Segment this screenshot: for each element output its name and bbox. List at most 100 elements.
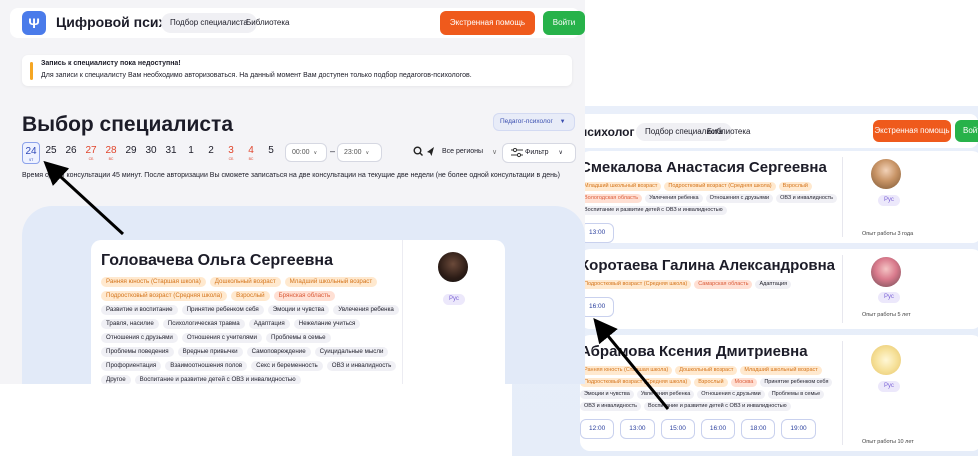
date-item[interactable]: 31 <box>162 142 180 164</box>
filter-button[interactable]: Фильтр ∨ <box>502 143 576 163</box>
date-item[interactable]: 24 ЧТ <box>22 142 40 164</box>
specialist-name[interactable]: Головачева Ольга Сергеевна <box>101 252 333 270</box>
chevron-down-icon: ∨ <box>558 150 563 156</box>
emergency-help-button[interactable]: Экстренная помощь <box>873 120 951 142</box>
login-button[interactable]: Войти <box>955 120 978 142</box>
time-slot[interactable]: 16:00 <box>580 297 615 317</box>
chevron-down-icon: ∨ <box>365 150 370 156</box>
nav-library[interactable]: Библиотека <box>246 13 290 33</box>
date-day: 2 <box>208 145 214 156</box>
time-slot[interactable]: 13:00 <box>580 223 615 243</box>
filter-icon <box>511 148 523 158</box>
date-item[interactable]: 1 <box>182 142 200 164</box>
tag: Нежелание учиться <box>293 319 361 329</box>
language-badge: Рус <box>443 294 465 305</box>
date-item[interactable]: 26 <box>62 142 80 164</box>
location-arrow-icon <box>427 147 434 156</box>
time-slot[interactable]: 19:00 <box>781 419 816 439</box>
tag-list: Подростковый возраст (Средняя школа) Сам… <box>580 280 842 289</box>
consultation-note: Время одной консультации 45 минут. После… <box>22 172 560 179</box>
date-item[interactable]: 29 <box>122 142 140 164</box>
nav-find-specialist[interactable]: Подбор специалиста <box>161 13 257 33</box>
tag: Взрослый <box>231 291 270 301</box>
date-item[interactable]: 30 <box>142 142 160 164</box>
specialist-card[interactable]: Абрамова Ксения Дмитриевна Ранняя юность… <box>580 335 978 451</box>
date-day: 27 <box>85 145 97 156</box>
time-slot[interactable]: 18:00 <box>741 419 776 439</box>
avatar <box>436 250 470 284</box>
specialist-name[interactable]: Коротаева Галина Александровна <box>580 257 842 274</box>
tag: Увлечения ребенка <box>636 390 695 399</box>
card-divider <box>402 240 403 384</box>
tag: Брянская область <box>273 291 336 301</box>
specialist-name[interactable]: Смекалова Анастасия Сергеевна <box>580 159 842 176</box>
login-button[interactable]: Войти <box>543 11 585 35</box>
nav-library[interactable]: Библиотека <box>707 123 751 141</box>
tag: Дошкольный возраст <box>209 277 281 287</box>
card-divider <box>842 341 843 445</box>
tag: Ранняя юность (Старшая школа) <box>101 277 206 287</box>
alert-title: Запись к специалисту пока недоступна! <box>41 60 181 67</box>
tag: Эмоции и чувства <box>580 390 634 399</box>
date-item[interactable]: 4 ВС <box>242 142 260 164</box>
tag: Подростковый возраст (Средняя школа) <box>580 378 692 387</box>
time-slot[interactable]: 15:00 <box>660 419 695 439</box>
avatar <box>871 159 901 189</box>
specialist-type-dropdown[interactable]: Педагог-психолог ▼ <box>493 113 575 131</box>
tag: Подростковый возраст (Средняя школа) <box>101 291 228 301</box>
date-day: 30 <box>145 145 157 156</box>
time-to-select[interactable]: 23:00 ∨ <box>337 143 382 162</box>
logo-icon[interactable]: Ψ <box>22 11 46 35</box>
date-item[interactable]: 3 СБ <box>222 142 240 164</box>
tag: Секс и беременность <box>251 361 323 371</box>
tag: Развитие и воспитание <box>101 305 178 315</box>
tag: Отношения с друзьями <box>697 390 765 399</box>
tag-list: Ранняя юность (Старшая школа) Дошкольный… <box>101 277 401 384</box>
tag: Самарская область <box>694 280 753 289</box>
language-badge: Рус <box>878 195 900 206</box>
tag: Вологодская область <box>580 194 643 203</box>
tag: Воспитание и развитие детей с ОВЗ и инва… <box>580 206 727 215</box>
time-slot[interactable]: 16:00 <box>700 419 736 439</box>
date-item[interactable]: 25 <box>42 142 60 164</box>
tag: Воспитание и развитие детей с ОВЗ и инва… <box>134 375 301 384</box>
card-divider <box>842 255 843 323</box>
tag: Дошкольный возраст <box>675 366 738 375</box>
tag: Отношения с друзьями <box>101 333 178 343</box>
date-item[interactable]: 5 <box>262 142 280 164</box>
specialist-name[interactable]: Абрамова Ксения Дмитриевна <box>580 343 842 360</box>
tag: Вредные привычки <box>177 347 243 357</box>
date-item[interactable]: 28 ВС <box>102 142 120 164</box>
date-day: 24 <box>25 146 37 157</box>
tag: Ранняя юность (Старшая школа) <box>580 366 673 375</box>
tag: Младший школьный возраст <box>740 366 822 375</box>
tag: Увлечения ребенка <box>645 194 703 203</box>
time-from-select[interactable]: 00:00 ∨ <box>285 143 327 162</box>
region-select[interactable]: Все регионы <box>442 148 483 155</box>
tag: Взрослый <box>778 182 812 191</box>
language-badge: Рус <box>878 292 900 303</box>
chevron-down-icon: ∨ <box>492 149 498 156</box>
date-day: 25 <box>45 145 57 156</box>
time-slot[interactable]: 13:00 <box>620 419 655 439</box>
tag: Подростковый возраст (Средняя школа) <box>664 182 776 191</box>
specialist-card[interactable]: Смекалова Анастасия Сергеевна Младший шк… <box>580 151 978 243</box>
experience-text: Опыт работы 10 лет <box>862 439 914 445</box>
date-day: 28 <box>105 145 117 156</box>
date-item[interactable]: 27 СБ <box>82 142 100 164</box>
date-item[interactable]: 2 <box>202 142 220 164</box>
search-icon[interactable] <box>413 146 435 158</box>
chevron-down-icon: ∨ <box>313 150 318 156</box>
auth-alert: Запись к специалисту пока недоступна! Дл… <box>22 55 572 86</box>
tag: Взрослый <box>694 378 728 387</box>
date-day: 4 <box>248 145 254 156</box>
specialist-card[interactable]: Коротаева Галина Александровна Подростко… <box>580 249 978 329</box>
brand-name[interactable]: психолог <box>580 125 635 139</box>
alert-bar <box>30 62 33 80</box>
time-slot[interactable]: 12:00 <box>580 419 615 439</box>
tag: Суицидальные мысли <box>314 347 389 357</box>
tag: Проблемы в семье <box>767 390 825 399</box>
tag: Москва <box>730 378 758 387</box>
time-from-value: 00:00 <box>292 149 310 156</box>
emergency-help-button[interactable]: Экстренная помощь <box>440 11 535 35</box>
